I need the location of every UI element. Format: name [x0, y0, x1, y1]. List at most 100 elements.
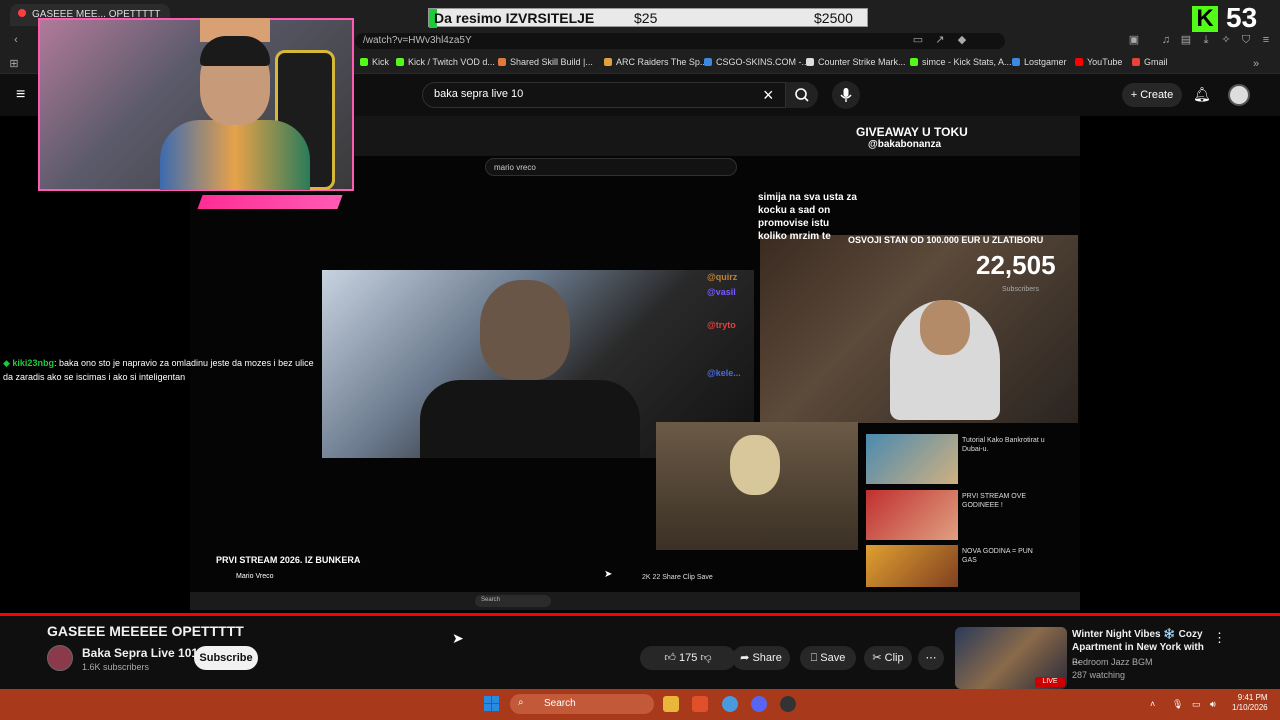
- inner-rec-thumbnail: [866, 434, 958, 484]
- search-query: baka sepra live 10: [434, 88, 524, 100]
- subscribe-button[interactable]: Subscribe: [194, 646, 258, 670]
- microphone-icon: [840, 88, 852, 102]
- giveaway-prize-text: OSVOJI STAN OD 100.000 EUR U ZLATIBORU: [848, 235, 1044, 245]
- recommendation-channel: Bedroom Jazz BGM: [1072, 657, 1153, 667]
- viewer-counter: 53: [1226, 2, 1258, 33]
- bookmark-item[interactable]: CSGO-SKINS.COM -...: [704, 57, 809, 67]
- inner-chat-line: @tryto: [707, 320, 736, 330]
- microphone-tray-icon[interactable]: 🎙︎: [1172, 699, 1183, 710]
- inner-rec-thumbnail: [866, 490, 958, 540]
- subscriber-label: Subscribers: [1002, 286, 1039, 293]
- extensions-icon[interactable]: ✧: [1220, 34, 1232, 46]
- download-icon[interactable]: ⤓: [1200, 34, 1212, 46]
- cast-icon[interactable]: ▭: [912, 34, 924, 46]
- video-title: GASEEE MEEEEE OPETTTTT: [47, 623, 244, 639]
- vpn-icon[interactable]: ⛉: [1240, 34, 1252, 46]
- shared-screen-person-body: [420, 380, 640, 458]
- save-button[interactable]: ⎕ Save: [800, 646, 856, 670]
- channel-subscribers: 1.6K subscribers: [82, 662, 150, 672]
- bonus-target: $2500: [814, 10, 853, 26]
- system-clock[interactable]: 9:41 PM 1/10/2026: [1232, 693, 1268, 713]
- bonus-amount: $25: [634, 10, 658, 26]
- bookmark-item[interactable]: Kick / Twitch VOD d...: [396, 57, 495, 67]
- menu-icon[interactable]: ≡: [1260, 34, 1272, 46]
- bookmark-favicon-icon: [704, 58, 712, 66]
- account-avatar[interactable]: [1228, 84, 1250, 106]
- inner-rec-title: PRVI STREAM OVE GODINEEE !: [962, 493, 1027, 509]
- shared-screen-taskbar: [190, 592, 1080, 610]
- bookmark-item[interactable]: Lostgamer: [1012, 57, 1067, 67]
- inner-rec-thumbnail: [866, 545, 958, 587]
- channel-avatar[interactable]: [47, 645, 73, 671]
- mouse-cursor-icon: ➤: [452, 630, 464, 646]
- chat-username: kiki23nbg: [12, 358, 54, 368]
- obs-icon[interactable]: [780, 696, 796, 712]
- bookmark-favicon-icon: [498, 58, 506, 66]
- shared-screen-actions: 2K 22 Share Clip Save: [642, 574, 713, 581]
- file-explorer-icon[interactable]: [663, 696, 679, 712]
- inner-rec-title: NOVA GODINA = PUN GAS: [962, 548, 1033, 564]
- bookmark-item[interactable]: YouTube: [1075, 57, 1122, 67]
- tray-overflow-icon[interactable]: ˄: [1150, 699, 1155, 709]
- sidebar-toggle-icon[interactable]: ▣: [1128, 34, 1140, 46]
- chrome-icon[interactable]: [722, 696, 738, 712]
- shared-screen-channel: Mario Vreco: [236, 573, 274, 580]
- instagram-handle: @bakabonanza: [868, 139, 942, 150]
- back-icon[interactable]: ‹: [10, 34, 22, 46]
- url-input[interactable]: /watch?v=HWv3hl4za5Y: [355, 33, 1005, 49]
- more-vertical-icon[interactable]: ⋮: [1213, 630, 1226, 646]
- brave-shield-icon[interactable]: ◆: [956, 34, 968, 46]
- video-progress-bar[interactable]: [0, 613, 1280, 616]
- subscriber-count: 22,505: [976, 250, 1056, 280]
- share-page-icon[interactable]: ↗: [934, 34, 946, 46]
- bookmark-item[interactable]: Shared Skill Build |...: [498, 57, 593, 67]
- taskbar-search[interactable]: Search: [510, 694, 654, 714]
- panel-icon[interactable]: ▤: [1180, 34, 1192, 46]
- voice-search-button[interactable]: [832, 81, 860, 109]
- thumbs-up-icon[interactable]: 👍︎: [664, 652, 679, 664]
- hamburger-menu-icon[interactable]: ≡: [16, 86, 25, 104]
- inner-chat-line: @kele...: [707, 368, 741, 378]
- brave-browser-icon[interactable]: [692, 696, 708, 712]
- youtube-icon: [1075, 58, 1083, 66]
- like-count: 175: [678, 652, 698, 664]
- share-button[interactable]: ➦ Share: [732, 646, 790, 670]
- bookmark-icon: ⎕: [810, 652, 821, 664]
- like-dislike-group[interactable]: 👍︎ 175 👎︎: [640, 646, 736, 670]
- create-button[interactable]: + Create: [1122, 83, 1182, 107]
- discord-icon[interactable]: [751, 696, 767, 712]
- thumbs-down-icon[interactable]: 👎︎: [697, 652, 711, 664]
- music-icon[interactable]: ♫: [1160, 34, 1172, 46]
- clip-button[interactable]: ✂ Clip: [864, 646, 912, 670]
- bookmark-favicon-icon: [806, 58, 814, 66]
- bookmark-item[interactable]: ARC Raiders The Sp...: [604, 57, 707, 67]
- bookmark-favicon-icon: [1012, 58, 1020, 66]
- channel-name[interactable]: Baka Sepra Live 101: [82, 646, 198, 660]
- volume-icon[interactable]: 🔊︎: [1210, 699, 1216, 710]
- gmail-icon: [1132, 58, 1140, 66]
- bookmark-item[interactable]: Counter Strike Mark...: [806, 57, 906, 67]
- bookmark-item[interactable]: Kick: [360, 57, 389, 67]
- windows-start-icon[interactable]: [484, 696, 500, 712]
- clear-search-icon[interactable]: ×: [763, 85, 774, 106]
- bookmarks-overflow-icon[interactable]: »: [1250, 58, 1262, 70]
- bookmark-favicon-icon: [910, 58, 918, 66]
- shared-screen-overlay-text: simija na sva usta za kocku a sad on pro…: [758, 192, 857, 242]
- kick-icon: [360, 58, 368, 66]
- notifications-bell-icon[interactable]: 🔔︎: [1193, 86, 1211, 103]
- apps-grid-icon[interactable]: ⊞: [8, 58, 20, 70]
- bookmark-item[interactable]: Gmail: [1132, 57, 1168, 67]
- youtube-favicon-icon: [18, 9, 26, 17]
- search-button[interactable]: [786, 82, 818, 108]
- chat-overlay-message: ◆ kiki23nbg: baka ono sto je napravio za…: [3, 356, 323, 384]
- more-horizontal-icon: ⋯: [925, 652, 937, 664]
- display-tray-icon[interactable]: ▭: [1192, 699, 1201, 710]
- inner-rec-title: Tutorial Kako Bankrotirat u Dubai-u.: [962, 437, 1045, 453]
- share-icon: ➦: [740, 652, 753, 664]
- inner-chat-line: @vasil: [707, 287, 736, 297]
- more-actions-button[interactable]: ⋯: [918, 646, 944, 670]
- bookmark-item[interactable]: simce - Kick Stats, A...: [910, 57, 1012, 67]
- clock-time: 9:41 PM: [1237, 693, 1268, 702]
- clock-date: 1/10/2026: [1232, 703, 1268, 712]
- shared-screen-search: mario vreco: [485, 158, 737, 176]
